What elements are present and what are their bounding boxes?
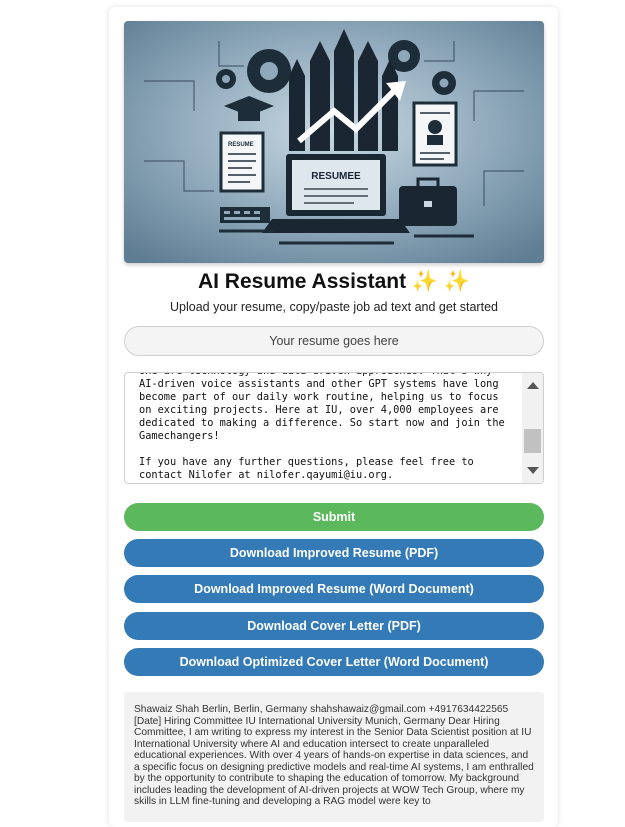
download-resume-pdf-button[interactable]: Download Improved Resume (PDF) <box>124 539 544 567</box>
hero-illustration: RESUME RESUMEE <box>124 21 544 263</box>
hero-doc-label: RESUME <box>228 142 254 148</box>
resume-upload-button[interactable]: Your resume goes here <box>124 326 544 356</box>
page-subtitle: Upload your resume, copy/paste job ad te… <box>170 300 498 314</box>
cover-letter-text: Shawaiz Shah Berlin, Berlin, Germany sha… <box>134 704 534 807</box>
scrollbar-thumb[interactable] <box>524 429 541 453</box>
cover-letter-output: Shawaiz Shah Berlin, Berlin, Germany sha… <box>124 692 544 822</box>
scroll-down-arrow-icon[interactable] <box>527 467 539 474</box>
job-ad-textarea[interactable]: one are technology and data-driven appro… <box>124 372 544 484</box>
download-cover-letter-pdf-button[interactable]: Download Cover Letter (PDF) <box>124 612 544 640</box>
textarea-scrollbar[interactable] <box>522 373 543 483</box>
submit-button[interactable]: Submit <box>124 503 544 531</box>
download-cover-letter-word-button[interactable]: Download Optimized Cover Letter (Word Do… <box>124 648 544 676</box>
scroll-up-arrow-icon[interactable] <box>527 382 539 389</box>
job-ad-text: one are technology and data-driven appro… <box>139 373 505 481</box>
hero-screen-label: RESUMEE <box>311 171 361 182</box>
page-title: AI Resume Assistant ✨ ✨ <box>197 270 471 293</box>
download-resume-word-button[interactable]: Download Improved Resume (Word Document) <box>124 575 544 603</box>
